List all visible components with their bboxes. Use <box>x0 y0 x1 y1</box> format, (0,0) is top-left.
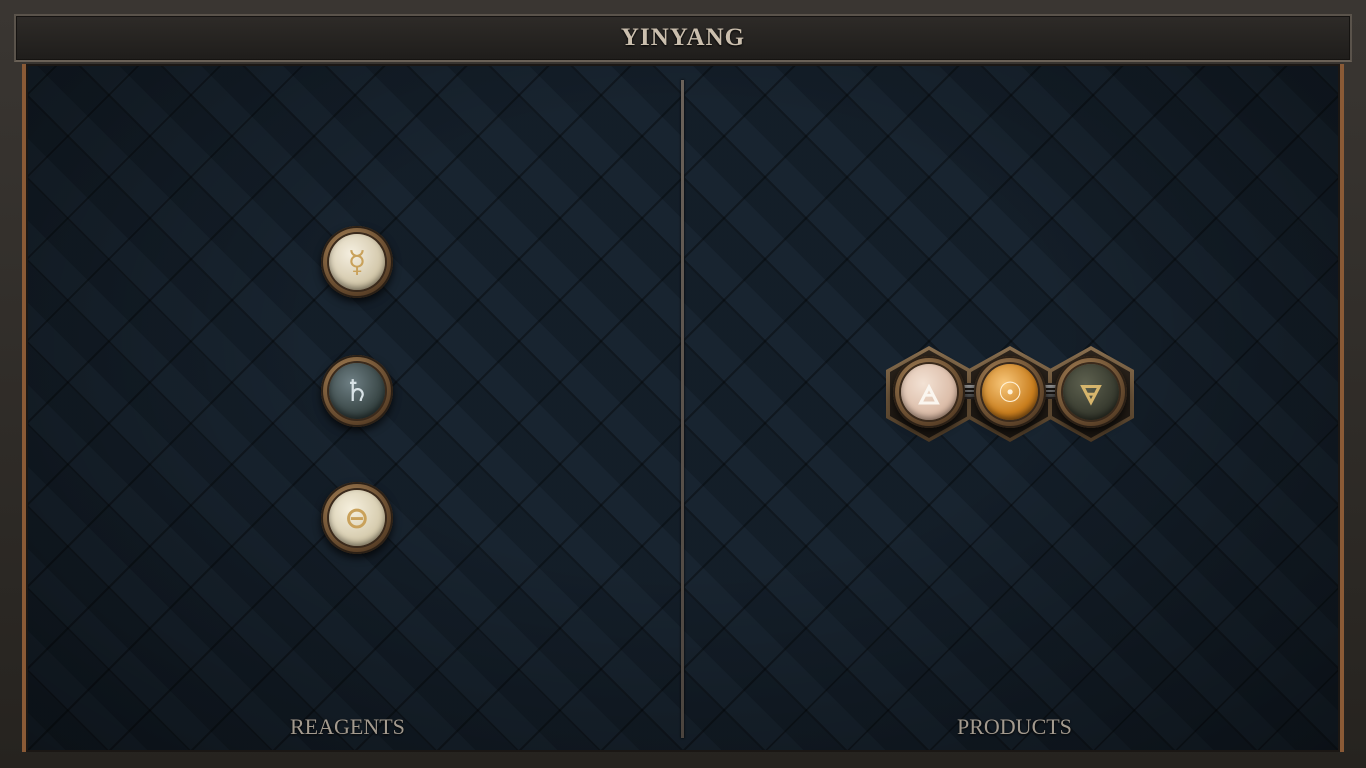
reagent-atom-mercury[interactable]: ☿ <box>321 226 393 298</box>
reagent-atom-lead[interactable]: ♄ <box>321 355 393 427</box>
air-icon: 🜁 <box>901 364 957 420</box>
gold-icon: ☉ <box>982 364 1038 420</box>
products-label: PRODUCTS <box>957 714 1072 739</box>
product-atom-gold[interactable]: ☉ <box>974 356 1046 428</box>
title-bar: YINYANG <box>14 14 1352 62</box>
salt-icon: ⊖ <box>329 490 385 546</box>
puzzle-title: YINYANG <box>620 24 746 51</box>
product-atom-air[interactable]: 🜁 <box>893 356 965 428</box>
panel-divider <box>681 80 684 738</box>
reagent-atom-salt[interactable]: ⊖ <box>321 482 393 554</box>
mercury-icon: ☿ <box>329 234 385 290</box>
earth-icon: 🜃 <box>1063 364 1119 420</box>
lead-icon: ♄ <box>329 363 385 419</box>
product-atom-earth[interactable]: 🜃 <box>1055 356 1127 428</box>
reagents-label: REAGENTS <box>290 714 405 739</box>
